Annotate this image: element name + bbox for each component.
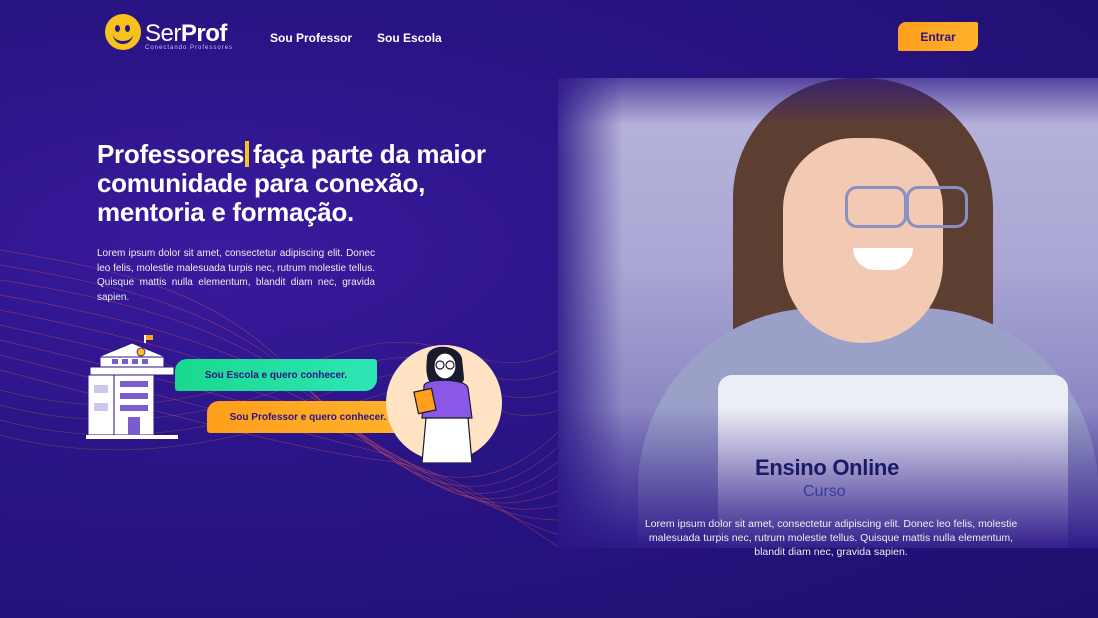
- logo-wordmark: SerProf: [145, 20, 227, 47]
- course-title: Ensino Online: [755, 455, 899, 480]
- hero-description: Lorem ipsum dolor sit amet, consectetur …: [97, 248, 375, 303]
- teacher-illustration-icon: [386, 345, 502, 463]
- hero-title: Professores faça parte da maior comunidad…: [97, 139, 486, 227]
- nav-sou-escola[interactable]: Sou Escola: [377, 31, 442, 45]
- login-button[interactable]: Entrar: [898, 22, 978, 51]
- text-cursor: [245, 141, 249, 167]
- school-building-icon: [86, 335, 178, 439]
- school-cta-button[interactable]: Sou Escola e quero conhecer.: [175, 359, 377, 391]
- smiley-logo-icon: [105, 14, 141, 50]
- serprof-logo[interactable]: SerProf Conectando Professores: [105, 14, 233, 51]
- teacher-cta-button[interactable]: Sou Professor e quero conhecer.: [207, 401, 409, 433]
- logo-tagline: Conectando Professores: [145, 45, 234, 51]
- main-nav: Sou Professor Sou Escola: [270, 31, 442, 45]
- course-description: Lorem ipsum dolor sit amet, consectetur …: [644, 518, 1018, 558]
- course-subtitle: Curso: [803, 483, 846, 500]
- nav-sou-professor[interactable]: Sou Professor: [270, 31, 352, 45]
